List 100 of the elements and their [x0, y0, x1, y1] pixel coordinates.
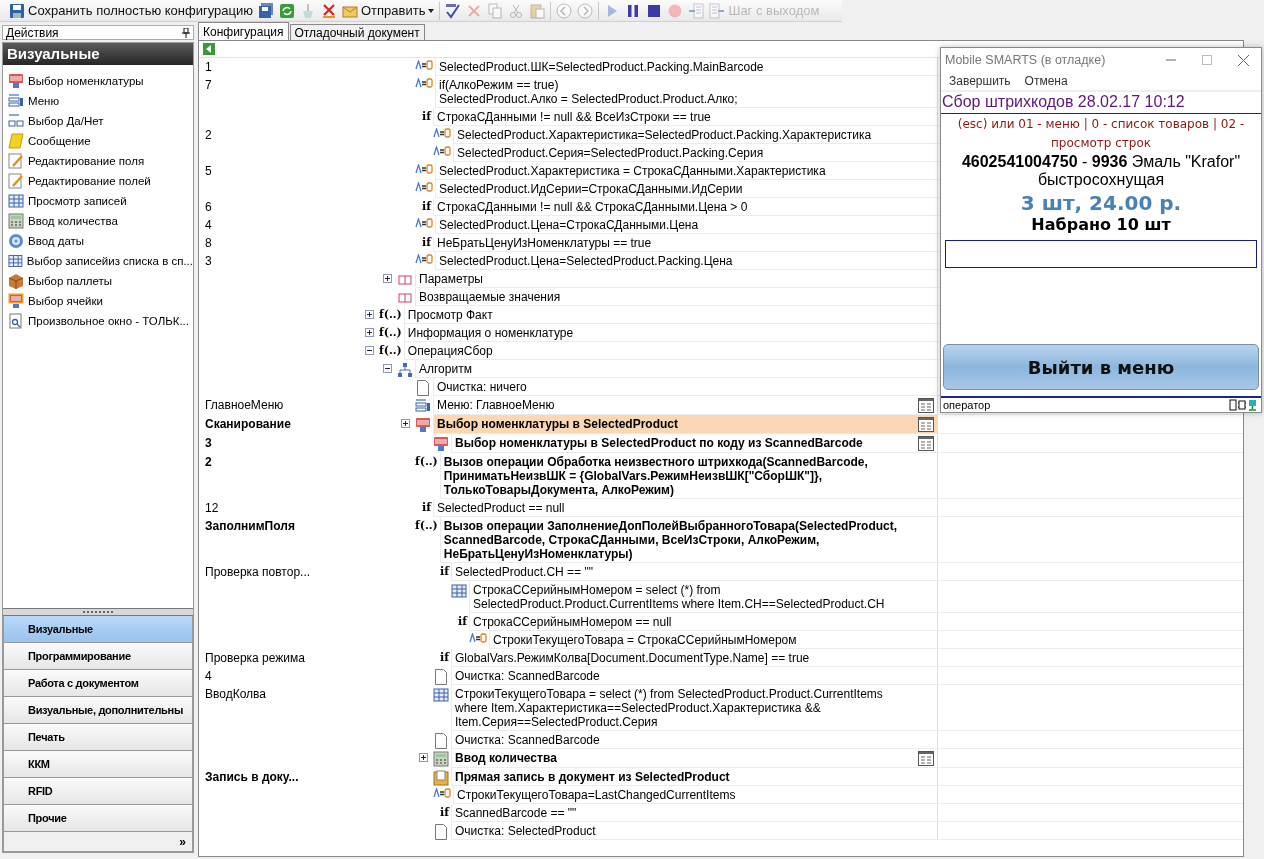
- action-item[interactable]: Выбор Да/Нет: [3, 111, 193, 131]
- exit-menu-button[interactable]: Выйти в меню: [943, 344, 1259, 390]
- tree-node[interactable]: Прямая запись в документ из SelectedProduct: [451, 768, 937, 786]
- category-button[interactable]: RFID: [3, 778, 193, 805]
- tree-node[interactable]: Выбор номенклатуры в SelectedProduct: [433, 415, 937, 434]
- tree-node[interactable]: SelectedProduct.Цена=SelectedProduct.Packing.Цена: [435, 252, 937, 270]
- condition-icon: if: [440, 565, 449, 578]
- more-button[interactable]: »: [3, 832, 193, 852]
- toolbar-button[interactable]: Сохранить полностью конфигурацию: [8, 1, 254, 20]
- action-item[interactable]: Произвольное окно - ТОЛЬК...: [3, 311, 193, 331]
- category-button[interactable]: Печать: [3, 724, 193, 751]
- collapse-panel-icon[interactable]: [203, 43, 215, 55]
- tree-node[interactable]: SelectedProduct.ИдСерии=СтрокаСДанными.ИдСерии: [435, 180, 937, 198]
- tree-node[interactable]: Просмотр Факт: [403, 306, 937, 324]
- tree-node[interactable]: SelectedProduct.Серия=SelectedProduct.Packing.Серия: [453, 144, 937, 162]
- toolbar-button[interactable]: [320, 1, 338, 20]
- tree-node[interactable]: SelectedProduct.Характеристика = СтрокаСДанными.Характеристика: [435, 162, 937, 180]
- action-item[interactable]: Выбор записейиз списка в сп...: [3, 251, 193, 271]
- tree-node[interactable]: ScannedBarcode == "": [451, 804, 937, 822]
- collapse-icon[interactable]: [383, 364, 392, 373]
- page-icon: [415, 380, 431, 396]
- tree-node[interactable]: Информация о номенклатуре: [403, 324, 937, 342]
- tree-node[interactable]: ОперацияСбор: [403, 342, 937, 360]
- action-item[interactable]: Просмотр записей: [3, 191, 193, 211]
- tree-node[interactable]: Очистка: ничего: [433, 378, 937, 396]
- action-item[interactable]: Ввод количества: [3, 211, 193, 231]
- tree-node[interactable]: СтрокиТекущегоТовара = СтрокаССерийнымНомером: [489, 631, 937, 649]
- tree-node[interactable]: SelectedProduct.Характеристика=SelectedProduct.Packing.Характеристика: [453, 126, 937, 144]
- expand-icon[interactable]: [419, 753, 428, 762]
- action-item[interactable]: Сообщение: [3, 131, 193, 151]
- category-button[interactable]: Работа с документом: [3, 670, 193, 697]
- category-button[interactable]: Прочие: [3, 805, 193, 832]
- menu-item[interactable]: Завершить: [949, 74, 1011, 88]
- price-text: 3 шт, 24.00 р.: [1019, 191, 1183, 215]
- tree-node[interactable]: СтрокаСДанными != null && ВсеИзСтроки == true: [433, 108, 937, 126]
- document-folder-icon: [433, 770, 449, 786]
- tree-node[interactable]: СтрокаССерийнымНомером == null: [469, 613, 937, 631]
- screen-form-icon[interactable]: [918, 398, 934, 413]
- action-item[interactable]: Выбор паллеты: [3, 271, 193, 291]
- table-icon: [451, 583, 467, 599]
- step-label: 5: [205, 164, 212, 178]
- menu-item[interactable]: Отмена: [1024, 74, 1068, 88]
- tree-node[interactable]: SelectedProduct.Цена=СтрокаСДанными.Цена: [435, 216, 937, 234]
- tree-node[interactable]: СтрокаССерийнымНомером = select (*) from SelectedProduct.Product.CurrentItems where Item.СН==SelectedProduct.СН: [469, 581, 937, 613]
- pin-icon[interactable]: [182, 27, 190, 38]
- page-icon: [433, 733, 449, 749]
- expand-icon[interactable]: [383, 274, 392, 283]
- step-out-icon: [709, 2, 726, 19]
- action-item[interactable]: Меню: [3, 91, 193, 111]
- tree-node[interactable]: SelectedProduct.СН == "": [451, 563, 937, 581]
- table-icon: [433, 687, 449, 703]
- collapse-icon[interactable]: [365, 346, 374, 355]
- tree-node[interactable]: Вызов операции Обработка неизвестного штрихкода(ScannedBarcode, ПриниматьНеизвШК = {GlobalVars.РежимНеизвШК["СборШК"]}, ТолькоТоварыДокумента, АлкоРежим): [439, 453, 937, 499]
- tree-node[interactable]: Возвращаемые значения: [415, 288, 937, 306]
- category-button[interactable]: Визуальные: [3, 616, 193, 643]
- toolbar-button[interactable]: [278, 1, 296, 20]
- tree-node[interactable]: Вызов операции ЗаполнениеДопПолейВыбранногоТовара(SelectedProduct, ScannedBarcode, СтрокаСДанными, ВсеИзСтроки, АлкоРежим, НеБратьЦенуИзНоменклатуры): [439, 517, 937, 563]
- tree-node[interactable]: НеБратьЦенуИзНоменклатуры == true: [433, 234, 937, 252]
- function-icon: f(..): [415, 519, 438, 532]
- tree-node[interactable]: Очистка: SelectedProduct: [451, 822, 937, 840]
- tree-node[interactable]: СтрокиТекущегоТовара=LastChangedCurrentItems: [453, 786, 937, 804]
- tree-node[interactable]: Параметры: [415, 270, 937, 288]
- screen-form-icon[interactable]: [918, 417, 934, 432]
- tree-node[interactable]: SelectedProduct.ШК=SelectedProduct.Packing.MainBarcode: [435, 58, 937, 76]
- action-item[interactable]: Выбор ячейки: [3, 291, 193, 311]
- toolbar-button[interactable]: Отправить: [341, 1, 436, 20]
- screen-form-icon[interactable]: [918, 751, 934, 766]
- category-button[interactable]: ККМ: [3, 751, 193, 778]
- category-button[interactable]: Программирование: [3, 643, 193, 670]
- tree-node[interactable]: if(АлкоРежим == true) SelectedProduct.Алко = SelectedProduct.Product.Алко;: [435, 76, 937, 108]
- assignment-icon: [433, 146, 451, 156]
- action-item[interactable]: Редактирование поля: [3, 151, 193, 171]
- category-button[interactable]: Визуальные, дополнительны: [3, 697, 193, 724]
- tree-node[interactable]: SelectedProduct == null: [433, 499, 937, 517]
- barcode-input[interactable]: [945, 240, 1257, 268]
- expand-icon[interactable]: [365, 310, 374, 319]
- expand-icon[interactable]: [401, 419, 410, 428]
- tab[interactable]: Отладочный документ: [289, 24, 425, 40]
- tree-node[interactable]: СтрокаСДанными != null && СтрокаСДанными.Цена > 0: [433, 198, 937, 216]
- tree-node[interactable]: Очистка: ScannedBarcode: [451, 731, 937, 749]
- tree-node[interactable]: GlobalVars.РежимКолва[Document.DocumentType.Name] == true: [451, 649, 937, 667]
- tree-node[interactable]: Ввод количества: [451, 749, 937, 768]
- toolbar-button[interactable]: [444, 1, 463, 20]
- splitter[interactable]: [3, 608, 193, 616]
- expand-icon[interactable]: [365, 328, 374, 337]
- tree-node[interactable]: Очистка: ScannedBarcode: [451, 667, 937, 685]
- action-item[interactable]: Выбор номенклатуры: [3, 71, 193, 91]
- condition-icon: if: [422, 501, 431, 514]
- tree-node[interactable]: Алгоритм: [415, 360, 937, 378]
- screen-form-icon[interactable]: [918, 436, 934, 451]
- tree-node[interactable]: Выбор номенклатуры в SelectedProduct по коду из ScannedBarcode: [451, 434, 937, 453]
- condition-icon: if: [458, 615, 467, 628]
- tree-node[interactable]: СтрокиТекущегоТовара = select (*) from SelectedProduct.Product.CurrentItems where Item.Характеристика==SelectedProduct.Характеристика && Item.Серия==SelectedProduct.Серия: [451, 685, 937, 731]
- action-item[interactable]: Редактирование полей: [3, 171, 193, 191]
- toolbar-button[interactable]: [257, 1, 275, 20]
- back-icon: [556, 2, 573, 19]
- close-icon[interactable]: [1238, 54, 1249, 66]
- tab[interactable]: Конфигурация: [198, 22, 289, 40]
- action-item[interactable]: Ввод даты: [3, 231, 193, 251]
- barcode-scanner-icon: [433, 436, 449, 452]
